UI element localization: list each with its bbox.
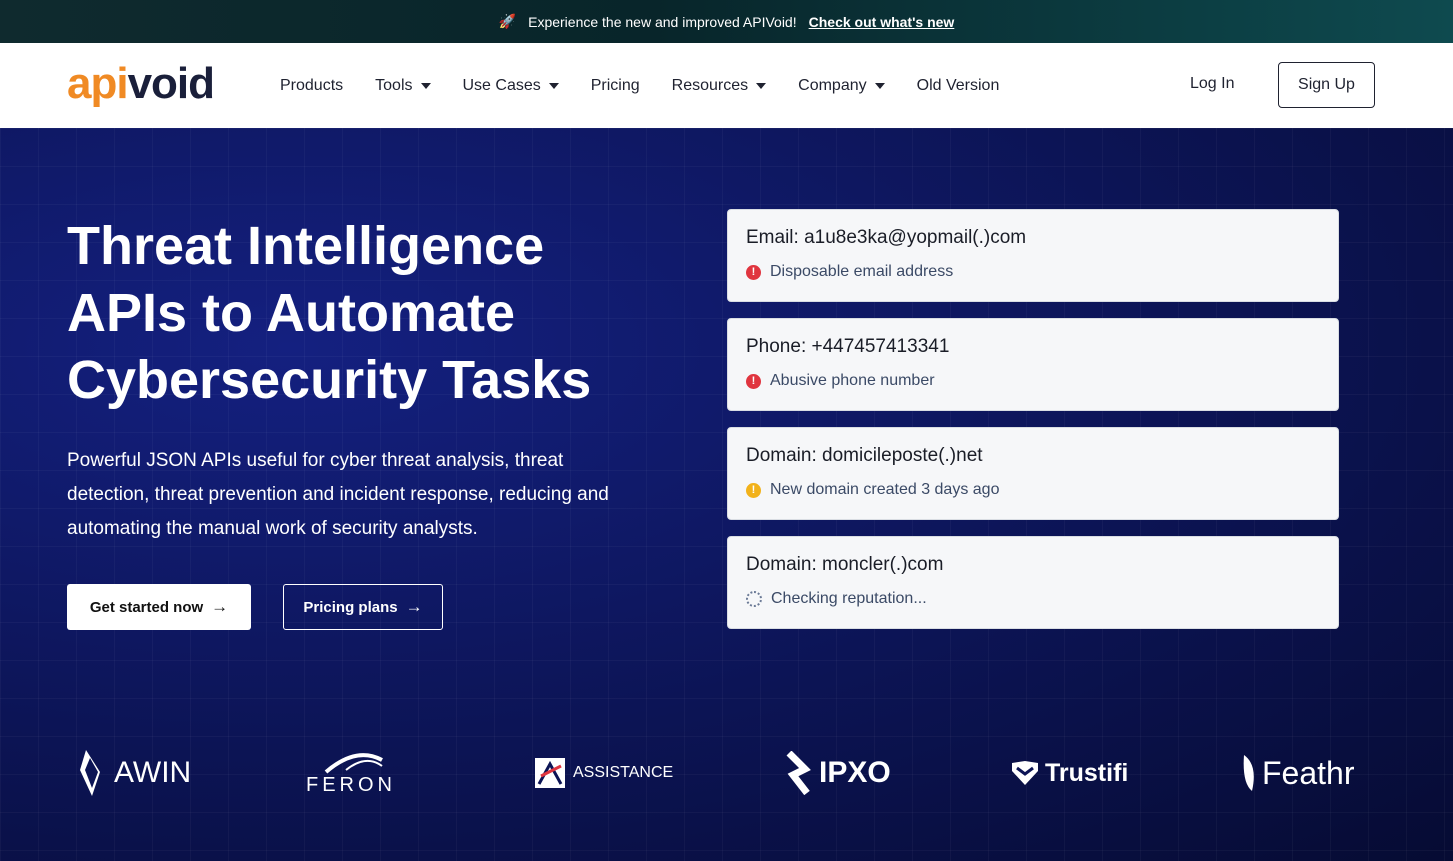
- awin-logo: AWIN: [78, 738, 191, 808]
- announcement-bar: 🚀 Experience the new and improved APIVoi…: [0, 0, 1453, 43]
- nav-use-cases[interactable]: Use Cases: [463, 77, 559, 95]
- warning-icon: !: [746, 482, 761, 498]
- nav-old-version[interactable]: Old Version: [917, 77, 1000, 95]
- ipxo-logo: IPXO: [783, 738, 891, 808]
- main-nav: Products Tools Use Cases Pricing Resourc…: [280, 43, 1031, 128]
- nav-tools[interactable]: Tools: [375, 77, 431, 95]
- hero-subtext: Powerful JSON APIs useful for cyber thre…: [67, 450, 609, 539]
- signup-button[interactable]: Sign Up: [1278, 62, 1375, 108]
- chevron-down-icon: [548, 82, 559, 89]
- nav-pricing[interactable]: Pricing: [591, 77, 640, 95]
- chevron-down-icon: [874, 82, 885, 89]
- login-link[interactable]: Log In: [1190, 75, 1234, 93]
- site-header: apivoid Products Tools Use Cases Pricing…: [0, 43, 1453, 128]
- axa-assistance-logo: ASSISTANCE: [535, 738, 673, 808]
- chevron-down-icon: [420, 82, 431, 89]
- alert-icon: !: [746, 264, 761, 280]
- chevron-down-icon: [756, 82, 767, 89]
- check-card-email: Email: a1u8e3ka@yopmail(.)com ! Disposab…: [727, 209, 1339, 302]
- get-started-button[interactable]: Get started now →: [67, 584, 251, 630]
- announcement-text: Experience the new and improved APIVoid!: [528, 13, 797, 30]
- nav-resources[interactable]: Resources: [672, 77, 767, 95]
- rocket-icon: 🚀: [498, 13, 517, 29]
- check-card-domain: Domain: domicileposte(.)net ! New domain…: [727, 427, 1339, 520]
- arrow-right-icon: →: [211, 597, 229, 616]
- nav-products[interactable]: Products: [280, 77, 343, 95]
- trustifi-mark-icon: [1012, 761, 1038, 785]
- feathr-logo: Feathr: [1240, 738, 1354, 808]
- hero-headline: Threat Intelligence APIs to Automate Cyb…: [67, 216, 592, 410]
- awin-mark-icon: [80, 750, 100, 796]
- feathr-mark-icon: [1243, 755, 1254, 791]
- nav-company[interactable]: Company: [798, 77, 885, 95]
- pricing-plans-button[interactable]: Pricing plans →: [283, 584, 443, 630]
- axa-mark-icon: [535, 758, 565, 788]
- feron-logo: FERON: [306, 738, 396, 808]
- client-logos: AWIN FERON ASSISTANCE IPXO Trustifi Feat…: [0, 738, 1453, 808]
- announcement-link[interactable]: Check out what's new: [809, 14, 955, 30]
- apivoid-logo[interactable]: apivoid: [67, 57, 215, 111]
- check-card-phone: Phone: +447457413341 ! Abusive phone num…: [727, 318, 1339, 411]
- check-card-domain-loading: Domain: moncler(.)com Checking reputatio…: [727, 536, 1339, 629]
- feron-mark-icon: [324, 752, 383, 774]
- arrow-right-icon: →: [405, 597, 423, 616]
- hero-section: Threat Intelligence APIs to Automate Cyb…: [0, 128, 1453, 861]
- trustifi-logo: Trustifi: [1011, 738, 1128, 808]
- alert-icon: !: [746, 373, 761, 389]
- spinner-icon: [746, 591, 762, 607]
- ipxo-mark-icon: [786, 751, 811, 795]
